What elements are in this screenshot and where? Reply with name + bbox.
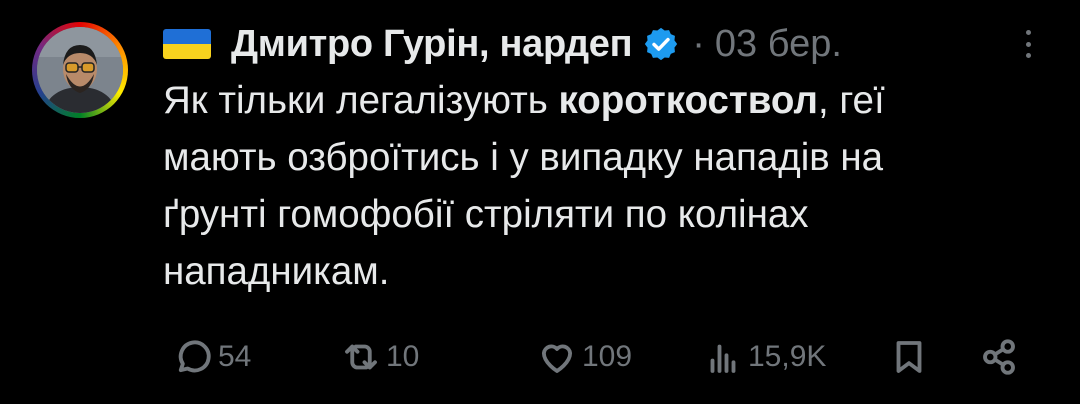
bookmark-icon — [896, 341, 922, 373]
tweet-date[interactable]: 03 бер. — [715, 23, 842, 66]
author-name[interactable]: Дмитро Гурін, нардеп — [231, 23, 633, 66]
tweet-header: Дмитро Гурін, нардеп · 03 бер. — [163, 18, 842, 70]
tweet-text: Як тільки легалізують короткоствол, геї … — [163, 72, 1053, 300]
repost-count: 10 — [386, 340, 420, 373]
views-count: 15,9K — [748, 340, 827, 373]
header-separator: · — [692, 22, 705, 65]
reply-icon — [178, 340, 211, 373]
like-count: 109 — [582, 340, 633, 373]
like-button[interactable]: 109 — [536, 334, 632, 380]
views-chart-icon — [710, 344, 736, 373]
share-icon — [983, 339, 1015, 375]
verified-badge-icon[interactable] — [642, 25, 680, 63]
views-button[interactable]: 15,9K — [702, 334, 826, 380]
avatar[interactable] — [32, 22, 128, 118]
avatar-photo — [37, 27, 123, 113]
tweet-actions: 54 10 109 15,9K — [172, 334, 1032, 380]
share-button[interactable] — [978, 334, 1020, 380]
tweet-text-line: нападникам. — [163, 250, 390, 293]
more-vertical-icon[interactable] — [1013, 24, 1043, 64]
tweet-text-line: мають озброїтись і у випадку нападів на — [163, 136, 884, 179]
repost-icon — [345, 344, 377, 370]
repost-button[interactable]: 10 — [340, 334, 419, 380]
tweet-text-line: ґрунті гомофобії стріляти по колінах — [163, 193, 809, 236]
heart-icon — [541, 344, 573, 373]
tweet-text-bold: короткоствол — [558, 79, 818, 122]
ukraine-flag-icon — [163, 29, 211, 59]
reply-count: 54 — [218, 340, 252, 373]
bookmark-button[interactable] — [888, 334, 930, 380]
tweet-text-line: Як тільки легалізують короткоствол, геї — [163, 79, 885, 122]
reply-button[interactable]: 54 — [172, 334, 251, 380]
